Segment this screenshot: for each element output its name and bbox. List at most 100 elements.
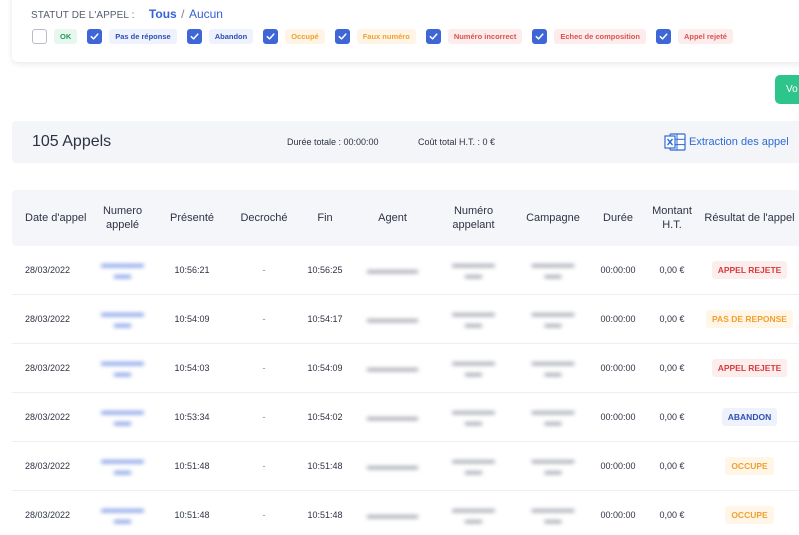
col-agent[interactable]: Agent [350,211,435,225]
checkmark-icon [190,32,199,40]
col-resultat[interactable]: Résultat de l'appel [702,211,797,225]
view-button[interactable]: Vo [775,75,799,104]
cell-fin: 10:54:02 [307,412,343,422]
cell-resultat: APPEL REJETE [702,261,797,279]
cell-presente: 10:56:21 [174,265,210,275]
select-none-link[interactable]: Aucun [189,7,223,21]
table-row[interactable]: 28/03/2022 ▬▬▬▬▬ ▬▬ 10:54:09 - 10:54:17 ▬▬▬▬▬▬… [12,295,799,344]
calls-table: Date d'appel Numero appelé Présenté Decr… [12,190,799,535]
cell-presente: 10:51:48 [174,461,210,471]
total-cost: Coût total H.T. : 0 € [418,137,496,147]
cell-duree: 00:00:00 [600,461,636,471]
status-filter-item[interactable]: Pas de réponse [87,28,177,44]
cell-fin: 10:56:25 [307,265,343,275]
status-filter-item[interactable]: Faux numéro [334,28,416,44]
cell-fin: 10:51:48 [307,510,343,520]
status-label: Pas de réponse [109,28,177,44]
cell-numero-redacted[interactable]: ▬▬▬▬▬ ▬▬ [89,357,156,379]
cell-appelant-redacted: ▬▬▬▬▬ ▬▬ [452,308,495,329]
select-all-link[interactable]: Tous [149,7,177,21]
status-filter-item[interactable]: Abandon [186,28,254,44]
export-calls-button[interactable]: Extraction des appel [664,132,789,152]
cell-decroche: - [262,314,266,324]
status-filter-item[interactable]: Appel rejeté [655,28,733,44]
status-filter-item[interactable]: Numéro incorrect [425,28,523,44]
status-label: Occupé [285,28,325,44]
status-checkbox[interactable] [87,28,103,44]
col-appelant[interactable]: Numéro appelant [435,204,512,232]
status-checkbox[interactable] [425,28,441,44]
table-row[interactable]: 28/03/2022 ▬▬▬▬▬ ▬▬ 10:51:48 - 10:51:48 ▬▬▬▬▬▬… [12,491,799,535]
result-badge: APPEL REJETE [711,261,788,279]
cell-campagne-redacted: ▬▬▬▬▬ ▬▬ [531,308,575,329]
table-row[interactable]: 28/03/2022 ▬▬▬▬▬ ▬▬ 10:54:03 - 10:54:09 ▬▬▬▬▬▬… [12,344,799,393]
cell-campagne-redacted: ▬▬▬▬▬ ▬▬ [531,504,575,525]
cell-agent-redacted: ▬▬▬▬▬▬ [367,313,418,324]
cell-numero-redacted[interactable]: ▬▬▬▬▬ ▬▬ [89,455,156,477]
col-campagne[interactable]: Campagne [512,211,594,225]
checkmark-icon [266,32,275,40]
cell-resultat: APPEL REJETE [702,359,797,377]
status-label: OK [54,28,78,44]
result-badge: PAS DE REPONSE [706,310,793,328]
total-duration: Durée totale : 00:00:00 [287,137,379,147]
checkmark-icon [659,32,668,40]
col-presente[interactable]: Présenté [156,211,228,225]
table-row[interactable]: 28/03/2022 ▬▬▬▬▬ ▬▬ 10:56:21 - 10:56:25 ▬▬▬▬▬▬… [12,246,799,295]
status-checkbox[interactable] [334,28,350,44]
result-badge: APPEL REJETE [711,359,788,377]
status-label: Appel rejeté [677,28,733,44]
cell-appelant-redacted: ▬▬▬▬▬ ▬▬ [452,455,495,476]
table-row[interactable]: 28/03/2022 ▬▬▬▬▬ ▬▬ 10:53:34 - 10:54:02 ▬▬▬▬▬▬… [12,393,799,442]
status-label: Faux numéro [356,28,416,44]
cell-presente: 10:54:03 [174,363,210,373]
cell-agent-redacted: ▬▬▬▬▬▬ [367,460,418,471]
cell-date: 28/03/2022 [25,314,71,324]
call-count: 105 Appels [32,133,112,150]
col-date[interactable]: Date d'appel [12,211,89,225]
col-duree[interactable]: Durée [594,211,642,225]
status-label: Echec de composition [554,28,646,44]
cell-campagne-redacted: ▬▬▬▬▬ ▬▬ [531,259,575,280]
table-body: 28/03/2022 ▬▬▬▬▬ ▬▬ 10:56:21 - 10:56:25 ▬▬▬▬▬▬… [12,246,799,535]
status-checkbox[interactable] [32,28,47,44]
status-label: Numéro incorrect [447,28,523,44]
cell-montant: 0,00 € [659,412,685,422]
cell-date: 28/03/2022 [25,461,71,471]
excel-icon [664,133,686,151]
checkmark-icon [429,32,438,40]
cell-numero-redacted[interactable]: ▬▬▬▬▬ ▬▬ [89,308,156,330]
cell-numero-redacted[interactable]: ▬▬▬▬▬ ▬▬ [89,504,156,526]
cell-campagne-redacted: ▬▬▬▬▬ ▬▬ [531,357,575,378]
cell-fin: 10:54:17 [307,314,343,324]
status-filter-item[interactable]: Echec de composition [532,28,646,44]
cell-resultat: OCCUPE [702,506,797,524]
status-filter-item[interactable]: Occupé [263,28,325,44]
status-checkbox[interactable] [186,28,202,44]
col-fin[interactable]: Fin [300,211,350,225]
table-row[interactable]: 28/03/2022 ▬▬▬▬▬ ▬▬ 10:51:48 - 10:51:48 ▬▬▬▬▬▬… [12,442,799,491]
cell-numero-redacted[interactable]: ▬▬▬▬▬ ▬▬ [89,259,156,281]
col-decroche[interactable]: Decroché [228,211,300,225]
cell-duree: 00:00:00 [600,265,636,275]
status-checkbox-row: OK Pas de réponse Abandon Occupé Faux numéro… [32,26,743,46]
status-checkbox[interactable] [655,28,671,44]
cell-duree: 00:00:00 [600,314,636,324]
col-montant[interactable]: Montant H.T. [642,204,702,232]
status-checkbox[interactable] [263,28,279,44]
checkmark-icon [338,32,347,40]
cell-appelant-redacted: ▬▬▬▬▬ ▬▬ [452,357,495,378]
status-filter-item[interactable]: OK [32,28,78,44]
cell-appelant-redacted: ▬▬▬▬▬ ▬▬ [452,406,495,427]
cell-resultat: PAS DE REPONSE [702,310,797,328]
status-filter-header: STATUT DE L'APPEL : Tous / Aucun [31,5,223,23]
col-numero[interactable]: Numero appelé [89,204,156,232]
result-badge: OCCUPE [725,506,774,524]
cell-fin: 10:54:09 [307,363,343,373]
table-header: Date d'appel Numero appelé Présenté Decr… [12,190,799,246]
cell-date: 28/03/2022 [25,363,71,373]
cell-fin: 10:51:48 [307,461,343,471]
cell-decroche: - [262,461,266,471]
status-checkbox[interactable] [532,28,548,44]
cell-numero-redacted[interactable]: ▬▬▬▬▬ ▬▬ [89,406,156,428]
